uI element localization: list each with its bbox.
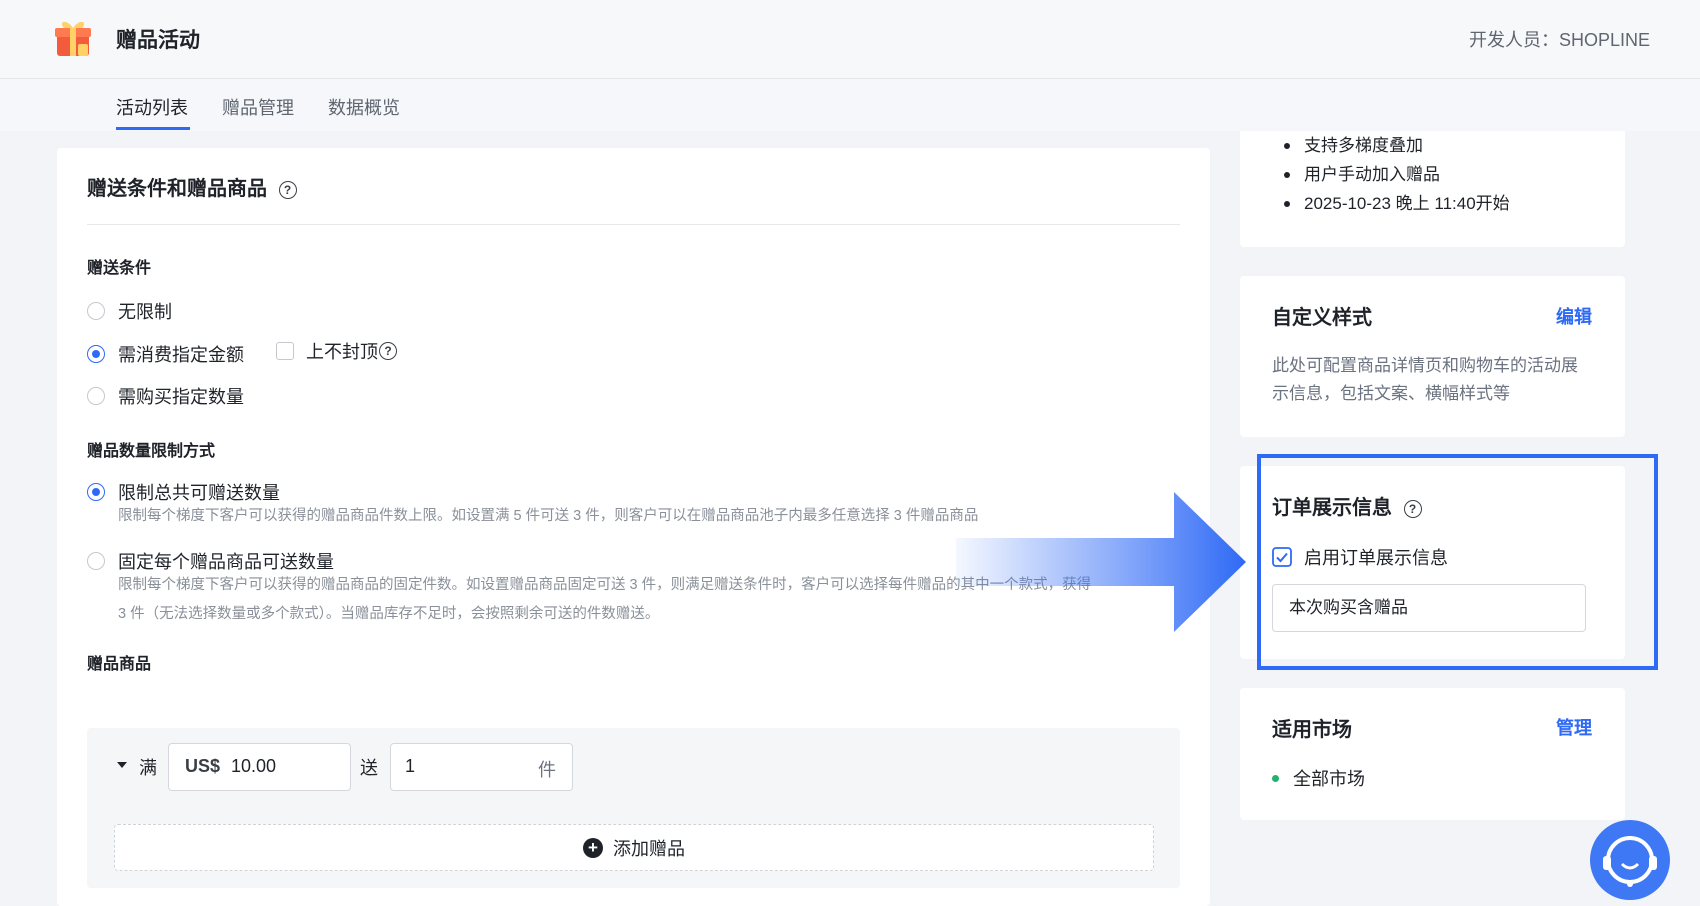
spend-amount-input[interactable]: US$ 10.00 <box>168 743 351 791</box>
caret-down-icon[interactable] <box>117 762 127 768</box>
no-cap-label: 上不封顶 <box>306 342 378 362</box>
custom-style-title: 自定义样式 <box>1272 307 1372 329</box>
arrow-right-icon <box>956 492 1246 632</box>
market-title: 适用市场 <box>1272 719 1352 741</box>
help-icon[interactable]: ? <box>278 180 297 199</box>
list-item: 2025-10-23 晚上 11:40开始 <box>1284 189 1510 218</box>
radio-button[interactable] <box>87 387 105 405</box>
gift-products-label: 赠品商品 <box>87 656 152 673</box>
radio-button-checked[interactable] <box>87 345 105 363</box>
radio-button[interactable] <box>87 302 105 320</box>
market-item: 全部市场 <box>1272 765 1365 791</box>
radio-min-spend[interactable]: 需消费指定金额 <box>87 341 244 367</box>
manage-link[interactable]: 管理 <box>1556 714 1592 740</box>
radio-label: 无限制 <box>118 302 172 322</box>
radio-button-checked[interactable] <box>87 483 105 501</box>
help-icon[interactable]: ? <box>379 342 397 360</box>
gift-quantity-input[interactable]: 1 件 <box>390 743 573 791</box>
market-card: 适用市场 管理 全部市场 <box>1240 688 1625 820</box>
status-dot <box>1272 774 1279 782</box>
summary-list: 支持多梯度叠加 用户手动加入赠品 2025-10-23 晚上 11:40开始 <box>1284 131 1510 218</box>
amount-value: 10.00 <box>231 756 277 776</box>
app-title: 赠品活动 <box>116 29 200 52</box>
tab-gift-management[interactable]: 赠品管理 <box>222 94 294 120</box>
customer-support-icon <box>1603 836 1657 887</box>
no-cap-checkbox-row[interactable]: 上不封顶 ? <box>276 338 397 364</box>
add-gift-button[interactable]: + 添加赠品 <box>114 824 1154 871</box>
quantity-value: 1 <box>405 756 416 776</box>
app-header: 赠品活动 开发人员：SHOPLINE <box>0 0 1700 79</box>
edit-link[interactable]: 编辑 <box>1556 303 1592 329</box>
list-item: 用户手动加入赠品 <box>1284 160 1510 189</box>
divider <box>87 224 1180 225</box>
activity-summary-card: 支持多梯度叠加 用户手动加入赠品 2025-10-23 晚上 11:40开始 <box>1240 131 1625 247</box>
active-tab-indicator <box>116 127 190 130</box>
radio-min-quantity[interactable]: 需购买指定数量 <box>87 383 244 409</box>
customer-support-button[interactable] <box>1590 820 1670 900</box>
radio-no-limit[interactable]: 无限制 <box>87 298 172 324</box>
limit-label: 赠品数量限制方式 <box>87 443 216 460</box>
no-cap-checkbox[interactable] <box>276 342 294 360</box>
radio-button[interactable] <box>87 552 105 570</box>
market-item-label: 全部市场 <box>1293 769 1365 789</box>
highlight-frame <box>1257 454 1658 670</box>
developer-info: 开发人员：SHOPLINE <box>1468 30 1650 50</box>
list-item: 支持多梯度叠加 <box>1284 131 1510 160</box>
radio-label: 需消费指定金额 <box>118 345 244 365</box>
condition-label: 赠送条件 <box>87 260 152 277</box>
currency-prefix: US$ <box>185 756 221 776</box>
tab-activity-list[interactable]: 活动列表 <box>116 94 188 120</box>
custom-style-desc: 此处可配置商品详情页和购物车的活动展示信息，包括文案、横幅样式等 <box>1272 356 1578 403</box>
section-title: 赠送条件和赠品商品 ? <box>87 172 297 201</box>
radio-label: 需购买指定数量 <box>118 387 244 407</box>
gift-logo-icon <box>55 21 91 56</box>
plus-circle-icon: + <box>583 837 603 858</box>
add-gift-label: 添加赠品 <box>613 838 685 859</box>
unit-suffix: 件 <box>538 760 556 780</box>
gift-tier-area: 满 US$ 10.00 送 1 件 + 添加赠品 <box>87 728 1180 888</box>
full-label: 满 <box>139 758 157 778</box>
section-title-text: 赠送条件和赠品商品 <box>87 178 267 200</box>
custom-style-card: 自定义样式 编辑 此处可配置商品详情页和购物车的活动展示信息，包括文案、横幅样式… <box>1240 276 1625 437</box>
tab-data-overview[interactable]: 数据概览 <box>328 94 400 120</box>
give-label: 送 <box>360 758 378 778</box>
tab-bar: 活动列表 赠品管理 数据概览 <box>0 79 1700 131</box>
